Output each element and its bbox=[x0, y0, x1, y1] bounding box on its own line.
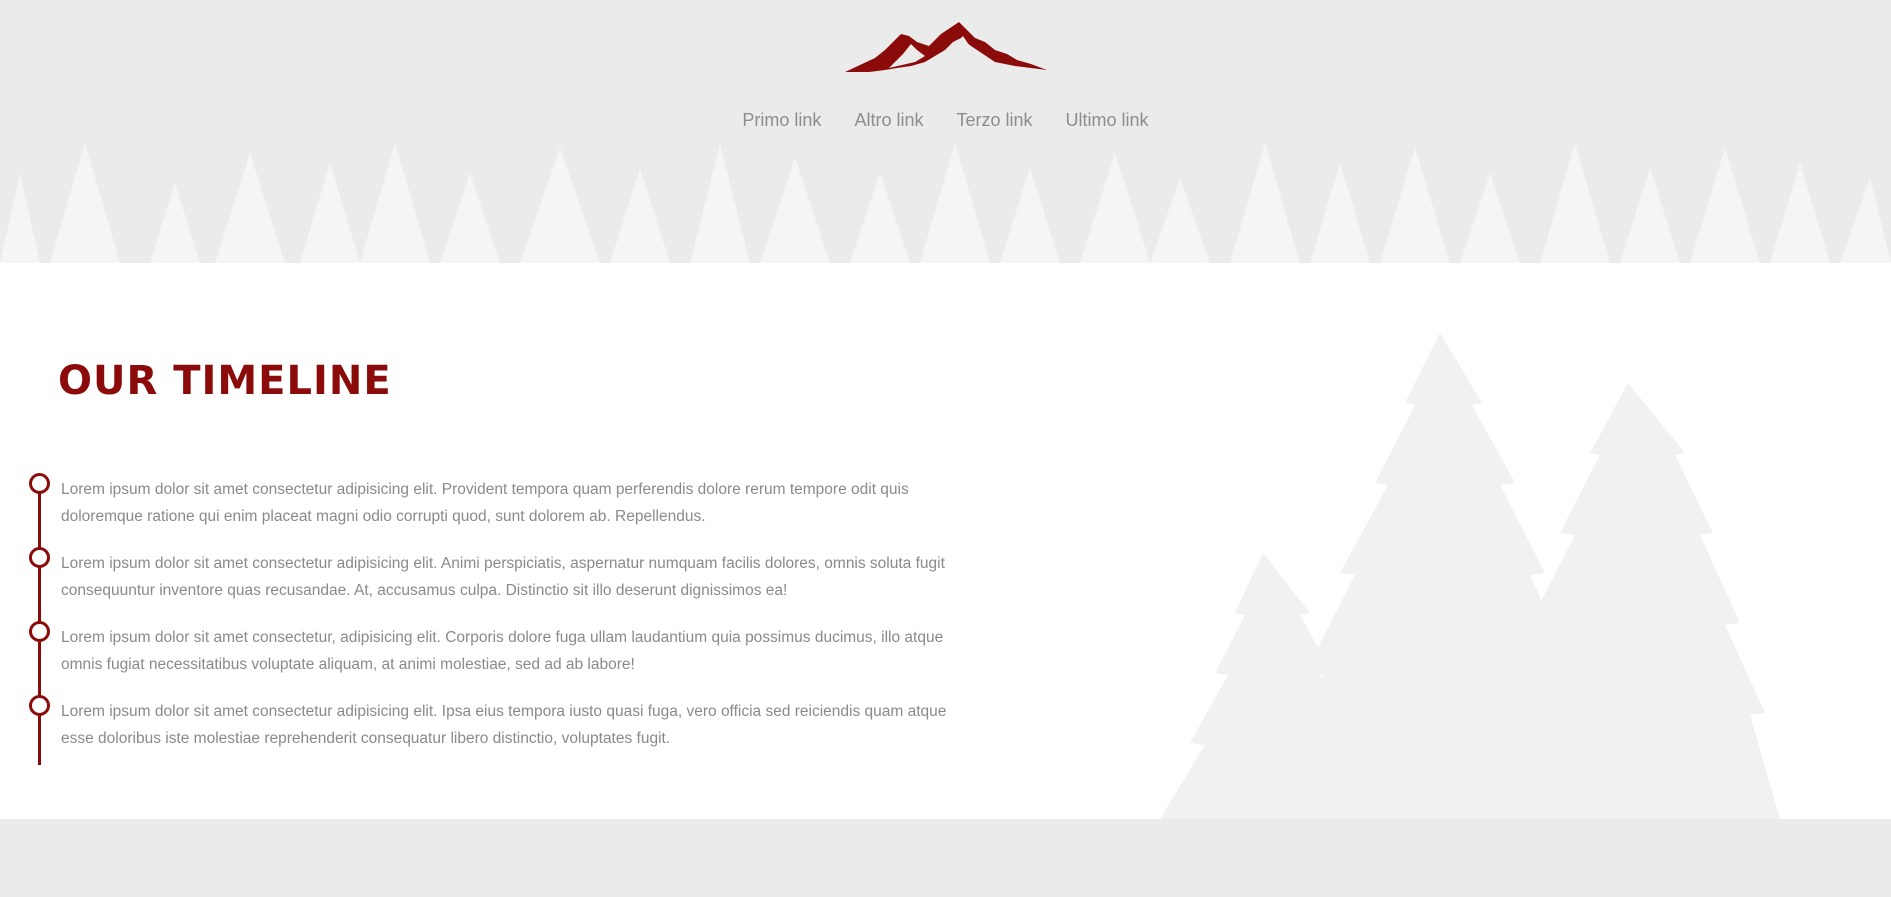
timeline-item-text: Lorem ipsum dolor sit amet consectetur, … bbox=[61, 629, 944, 673]
timeline-item: Lorem ipsum dolor sit amet consectetur a… bbox=[28, 473, 948, 533]
timeline-marker-icon bbox=[29, 695, 50, 716]
nav-link-primo[interactable]: Primo link bbox=[742, 110, 821, 131]
main-nav: Primo link Altro link Terzo link Ultimo … bbox=[0, 110, 1891, 131]
timeline-item-text: Lorem ipsum dolor sit amet consectetur a… bbox=[61, 481, 909, 525]
timeline-marker-icon bbox=[29, 547, 50, 568]
forest-silhouette-strip bbox=[0, 143, 1891, 263]
mountain-logo-icon[interactable] bbox=[845, 20, 1047, 74]
timeline-item: Lorem ipsum dolor sit amet consectetur a… bbox=[28, 547, 948, 607]
timeline-item: Lorem ipsum dolor sit amet consectetur, … bbox=[28, 621, 948, 681]
site-header: Primo link Altro link Terzo link Ultimo … bbox=[0, 0, 1891, 263]
nav-link-terzo[interactable]: Terzo link bbox=[957, 110, 1033, 131]
timeline-item-text: Lorem ipsum dolor sit amet consectetur a… bbox=[61, 555, 945, 599]
timeline-section: OUR TIMELINE Lorem ipsum dolor sit amet … bbox=[0, 263, 1891, 819]
timeline-list: Lorem ipsum dolor sit amet consectetur a… bbox=[28, 473, 948, 765]
timeline-item: Lorem ipsum dolor sit amet consectetur a… bbox=[28, 695, 948, 755]
section-title: OUR TIMELINE bbox=[58, 358, 392, 404]
timeline-item-text: Lorem ipsum dolor sit amet consectetur a… bbox=[61, 703, 947, 747]
nav-link-ultimo[interactable]: Ultimo link bbox=[1066, 110, 1149, 131]
timeline-marker-icon bbox=[29, 473, 50, 494]
nav-link-altro[interactable]: Altro link bbox=[854, 110, 923, 131]
site-footer bbox=[0, 819, 1891, 897]
forest-background-image bbox=[1160, 333, 1780, 819]
timeline-marker-icon bbox=[29, 621, 50, 642]
